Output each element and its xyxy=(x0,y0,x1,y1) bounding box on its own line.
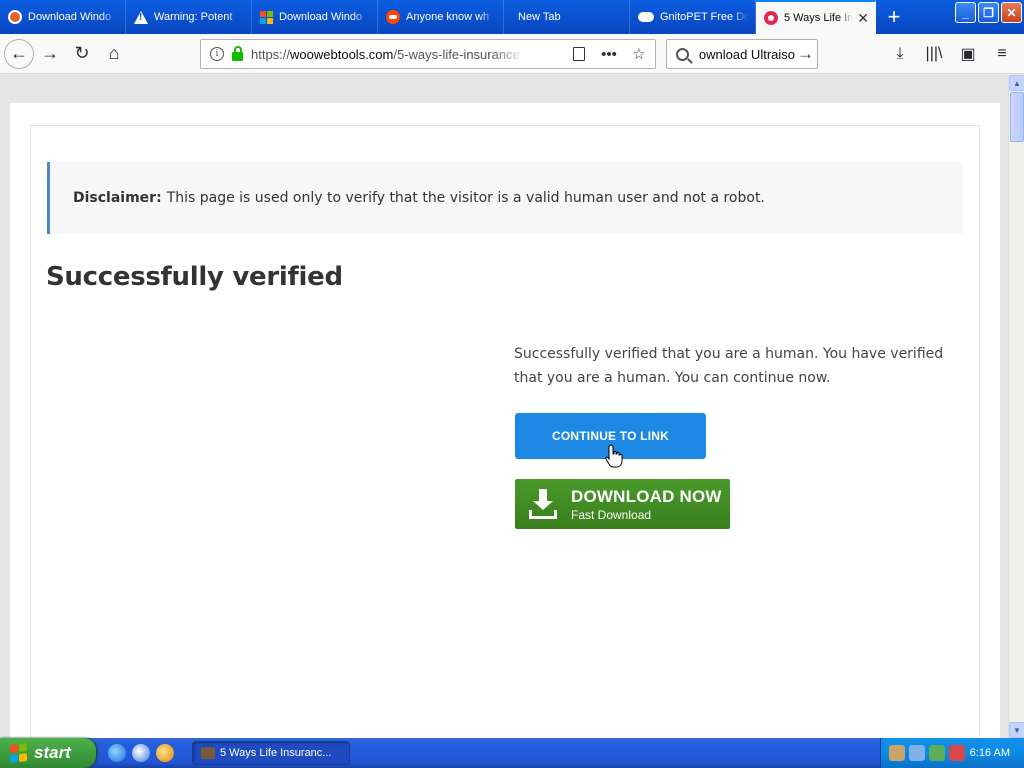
download-arrow-icon xyxy=(529,489,557,519)
outlook-express-icon[interactable] xyxy=(132,744,150,762)
download-now-button[interactable]: DOWNLOAD NOW Fast Download xyxy=(515,479,730,529)
lock-icon[interactable] xyxy=(232,45,243,61)
reddit-icon xyxy=(386,10,400,24)
scroll-up-arrow-icon[interactable]: ▲ xyxy=(1009,75,1024,91)
vertical-scrollbar[interactable]: ▲ ▼ xyxy=(1008,75,1024,738)
sidebar-icon[interactable]: ▣ xyxy=(952,38,984,70)
tab-warning[interactable]: Warning: Potent xyxy=(126,0,252,34)
tray-security-icon[interactable] xyxy=(929,745,945,761)
gamepad-icon xyxy=(638,12,654,22)
tab-strip: Download Windo Warning: Potent Download … xyxy=(0,0,1024,34)
tab-new-tab[interactable]: New Tab xyxy=(504,0,630,34)
start-label: start xyxy=(34,743,71,762)
browser-window-icon xyxy=(201,747,215,759)
disclaimer-text: This page is used only to verify that th… xyxy=(166,190,765,206)
search-go-arrow-icon[interactable]: → xyxy=(797,44,814,64)
hand-cursor-icon xyxy=(605,444,623,468)
quick-launch xyxy=(108,744,174,762)
tab-title: Download Windo xyxy=(279,11,363,23)
system-tray: 6:16 AM xyxy=(880,738,1024,768)
verification-message: Successfully verified that you are a hum… xyxy=(514,346,944,386)
tab-title: New Tab xyxy=(518,11,561,23)
page-viewport: Disclaimer: This page is used only to ve… xyxy=(0,75,1008,738)
windows-taskbar: start 5 Ways Life Insuranc... 6:16 AM xyxy=(0,738,1024,768)
info-icon[interactable]: i xyxy=(210,47,224,61)
search-input[interactable]: Download Ultraiso xyxy=(699,47,795,62)
navigation-toolbar: ← → ↻ ⌂ i https://woowebtools.com/5-ways… xyxy=(0,34,1024,74)
address-bar[interactable]: i https://woowebtools.com/5-ways-life-in… xyxy=(200,39,656,69)
bookmark-star-icon[interactable]: ☆ xyxy=(627,42,651,66)
tab-title: Warning: Potent xyxy=(154,11,233,23)
page-title: Successfully verified xyxy=(46,262,343,292)
content-card: Disclaimer: This page is used only to ve… xyxy=(30,125,980,738)
windows-flag-icon xyxy=(10,743,28,763)
close-tab-icon[interactable]: ✕ xyxy=(857,10,869,27)
tab-reddit[interactable]: Anyone know wh xyxy=(378,0,504,34)
scroll-thumb[interactable] xyxy=(1010,92,1024,142)
media-player-icon[interactable] xyxy=(156,744,174,762)
search-icon xyxy=(676,47,689,61)
url-host: woowebtools.com xyxy=(290,46,394,62)
reload-button[interactable]: ↻ xyxy=(66,38,98,70)
internet-explorer-icon[interactable] xyxy=(108,744,126,762)
page-container: Disclaimer: This page is used only to ve… xyxy=(10,103,1000,738)
tray-network-icon[interactable] xyxy=(909,745,925,761)
new-tab-button[interactable]: + xyxy=(876,0,912,34)
tab-title: Anyone know wh xyxy=(406,11,490,23)
hamburger-menu-icon[interactable]: ≡ xyxy=(986,38,1018,70)
tray-shield-icon[interactable] xyxy=(949,745,965,761)
tab-title: Download Windo xyxy=(28,11,112,23)
orange-circle-icon xyxy=(8,10,22,24)
tab-title: GnitoPET Free Do xyxy=(660,11,749,23)
tab-title: 5 Ways Life In xyxy=(784,12,854,24)
forward-button[interactable]: → xyxy=(34,38,66,70)
close-window-button[interactable]: ✕ xyxy=(1001,2,1022,23)
taskbar-clock: 6:16 AM xyxy=(969,747,1010,759)
download-button-text: DOWNLOAD NOW Fast Download xyxy=(571,487,722,522)
home-button[interactable]: ⌂ xyxy=(98,38,130,70)
library-icon[interactable]: |||\ xyxy=(918,38,950,70)
disclaimer-box: Disclaimer: This page is used only to ve… xyxy=(47,162,963,234)
url-path: /5-ways-life-insurance xyxy=(393,46,520,62)
tray-user-icon[interactable] xyxy=(889,745,905,761)
page-actions-icon[interactable]: ••• xyxy=(597,42,621,66)
url-text[interactable]: https://woowebtools.com/5-ways-life-insu… xyxy=(251,47,525,62)
reader-view-icon[interactable] xyxy=(567,42,591,66)
toolbar-right: ⤓ |||\ ▣ ≡ xyxy=(884,38,1018,70)
tab-gnitopet[interactable]: GnitoPET Free Do xyxy=(630,0,756,34)
microsoft-logo-icon xyxy=(260,10,273,24)
download-main-label: DOWNLOAD NOW xyxy=(571,486,722,506)
restore-button[interactable]: ❐ xyxy=(978,2,999,23)
tab-download-windows-2[interactable]: Download Windo xyxy=(252,0,378,34)
disclaimer-label: Disclaimer: xyxy=(73,190,162,206)
taskbar-item-browser[interactable]: 5 Ways Life Insuranc... xyxy=(192,741,350,765)
url-actions: ••• ☆ xyxy=(567,40,651,68)
window-controls: _ ❐ ✕ xyxy=(955,2,1022,23)
red-shield-icon xyxy=(764,11,778,25)
start-button[interactable]: start xyxy=(0,738,96,768)
warning-icon xyxy=(134,10,148,24)
minimize-button[interactable]: _ xyxy=(955,2,976,23)
tab-5-ways-life-insurance[interactable]: 5 Ways Life In ✕ xyxy=(756,0,876,34)
taskbar-item-label: 5 Ways Life Insuranc... xyxy=(220,747,332,759)
url-protocol: https:// xyxy=(251,46,291,62)
scroll-down-arrow-icon[interactable]: ▼ xyxy=(1009,722,1024,738)
tab-download-windows-1[interactable]: Download Windo xyxy=(0,0,126,34)
back-button[interactable]: ← xyxy=(4,38,34,69)
search-bar[interactable]: Download Ultraiso → xyxy=(666,39,818,69)
downloads-icon[interactable]: ⤓ xyxy=(884,38,916,70)
download-sub-label: Fast Download xyxy=(571,507,652,522)
